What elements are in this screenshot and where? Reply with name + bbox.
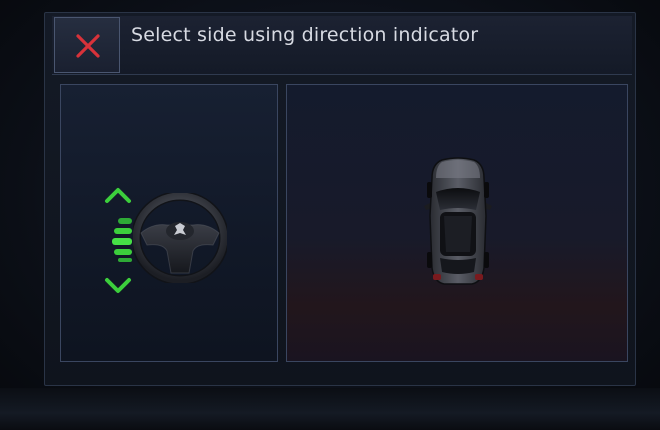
close-button[interactable] <box>54 17 120 73</box>
car-top-view-icon <box>424 157 492 285</box>
close-icon <box>76 34 100 58</box>
display-screen: Select side using direction indicator <box>0 0 660 430</box>
chevron-down-icon <box>105 278 131 293</box>
screen-bezel <box>0 388 660 430</box>
chevron-up-icon <box>105 188 131 203</box>
dialog-title: Select side using direction indicator <box>131 24 479 46</box>
steering-wheel-icon <box>133 193 227 283</box>
